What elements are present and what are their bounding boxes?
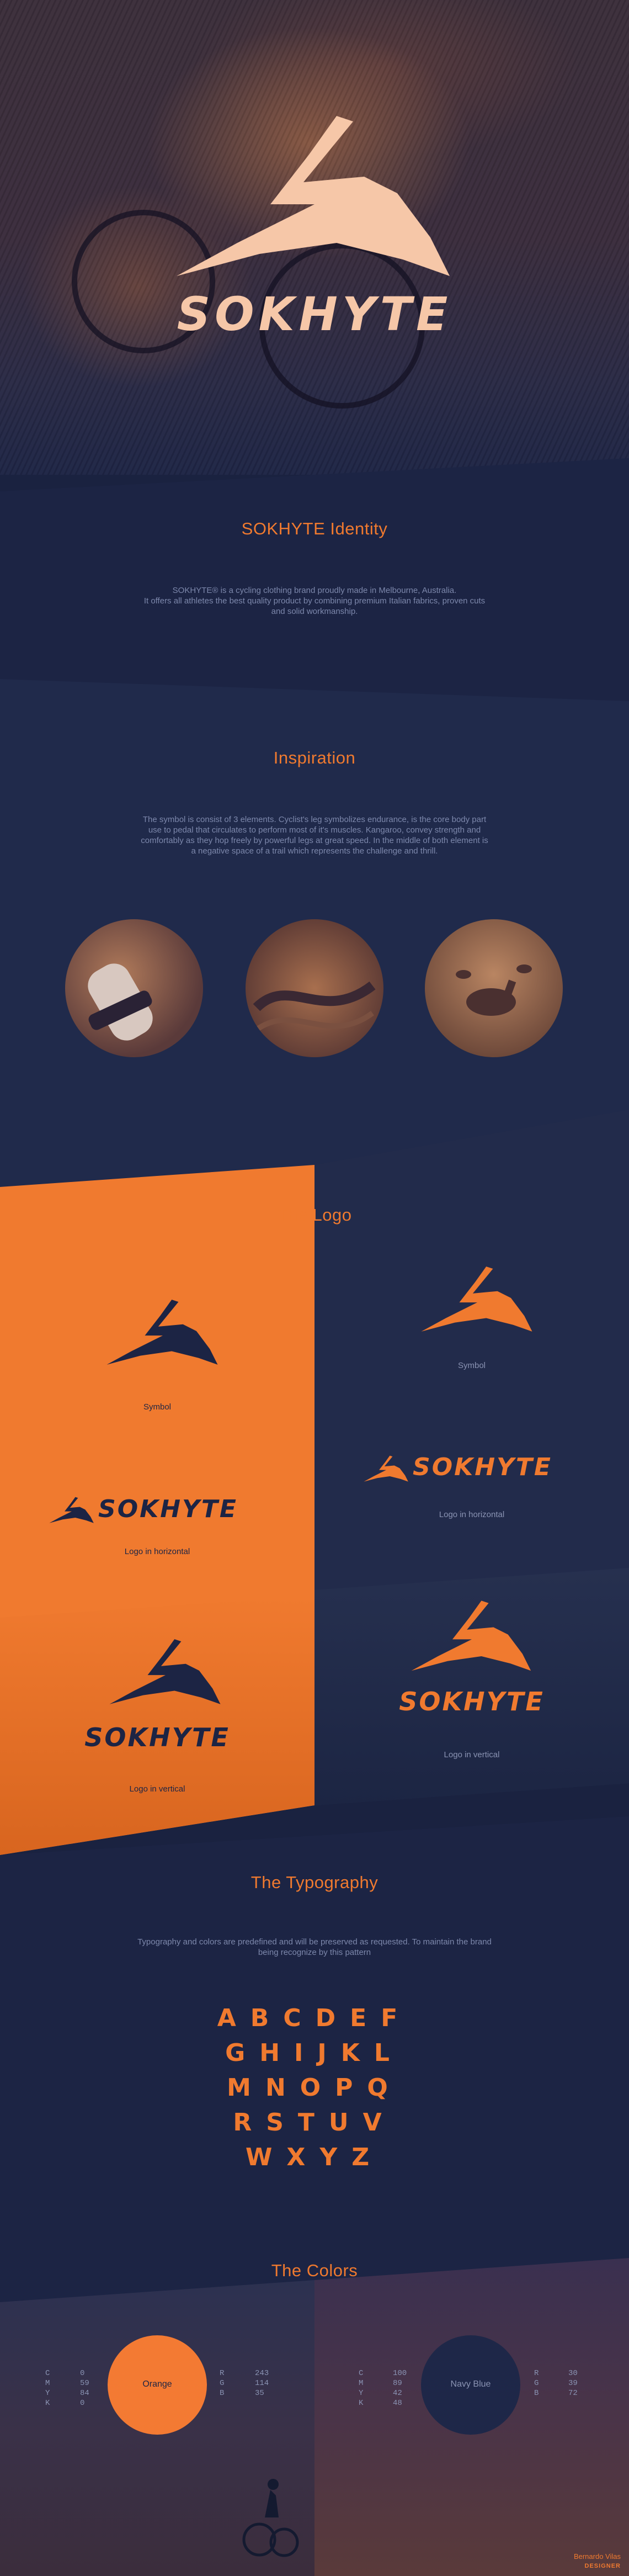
horizontal-caption-blue: Logo in horizontal <box>439 1510 505 1519</box>
horizontal-caption-orange: Logo in horizontal <box>124 1547 190 1556</box>
inspiration-image-kangaroo <box>425 919 563 1057</box>
alphabet-row-5: WXYZ <box>245 2143 384 2171</box>
vertical-symbol-navy-icon <box>109 1639 221 1704</box>
colors-section: The Colors Orange CMYK 0 59 84 0 RGB 243 114… <box>0 2258 629 2576</box>
horizontal-wordmark-orange: SOKHYTE <box>413 1453 552 1481</box>
vertical-wordmark-navy: SOKHYTE <box>84 1722 230 1752</box>
orange-cmyk-labels: CMYK <box>45 2369 50 2408</box>
typography-title: The Typography <box>250 1873 379 1892</box>
typography-text: Typography and colors are predefined and… <box>137 1937 492 1957</box>
vertical-symbol-orange-icon <box>411 1600 531 1671</box>
identity-title: SOKHYTE Identity <box>241 519 388 538</box>
navy-cmyk-values: 100 89 42 48 <box>393 2369 407 2408</box>
navy-swatch-label: Navy Blue <box>450 2379 491 2389</box>
vertical-caption-orange: Logo in vertical <box>129 1784 185 1794</box>
orange-swatch-label: Orange <box>142 2379 172 2389</box>
vertical-caption-blue: Logo in vertical <box>444 1750 500 1759</box>
navy-rgb-values: 30 39 72 <box>568 2369 578 2398</box>
symbol-caption-blue: Symbol <box>457 1361 486 1370</box>
alphabet-row-1: ABCDEF <box>217 2004 412 2032</box>
alphabet-row-3: MNOPQ <box>227 2074 402 2102</box>
typography-section: The Typography Typography and colors are… <box>0 1816 629 2302</box>
colors-title: The Colors <box>271 2261 358 2280</box>
logo-section: The Logo Symbol Symbol SOKHYTE Logo in h… <box>0 1110 629 1855</box>
navy-cmyk-labels: CMYK <box>359 2369 364 2408</box>
orange-cmyk-values: 0 59 84 0 <box>80 2369 89 2408</box>
cyclist-silhouette-icon <box>242 2479 299 2557</box>
inspiration-text: The symbol is consist of 3 elements. Cyc… <box>141 815 488 856</box>
alphabet-row-4: RSTUV <box>233 2108 396 2137</box>
logo-title: The Logo <box>277 1205 352 1225</box>
orange-rgb-labels: RGB <box>220 2369 225 2398</box>
inspiration-image-trail <box>246 919 383 1057</box>
horizontal-wordmark-navy: SOKHYTE <box>98 1495 238 1523</box>
horizontal-symbol-navy-icon <box>49 1497 94 1523</box>
horizontal-symbol-orange-icon <box>364 1455 408 1482</box>
footer-author: Bernardo Vilas <box>573 2552 621 2561</box>
inspiration-image-cyclist-leg <box>65 919 203 1057</box>
inspiration-title: Inspiration <box>273 748 356 767</box>
orange-rgb-values: 243 114 35 <box>255 2369 269 2398</box>
identity-section: SOKHYTE Identity SOKHYTE® is a cycling c… <box>0 458 629 701</box>
symbol-caption-orange: Symbol <box>143 1402 172 1412</box>
vertical-wordmark-orange: SOKHYTE <box>399 1687 545 1716</box>
hero-section: SOKHYTE <box>0 0 629 475</box>
hero-brand-wordmark: SOKHYTE <box>177 287 452 341</box>
hero-symbol-icon <box>177 116 450 276</box>
footer-role: DESIGNER <box>584 2563 621 2569</box>
symbol-navy-icon <box>106 1300 218 1365</box>
navy-rgb-labels: RGB <box>534 2369 539 2398</box>
identity-text: SOKHYTE® is a cycling clothing brand pro… <box>143 586 486 616</box>
symbol-orange-icon <box>421 1266 532 1332</box>
alphabet-row-2: GHIJKL <box>225 2039 404 2067</box>
